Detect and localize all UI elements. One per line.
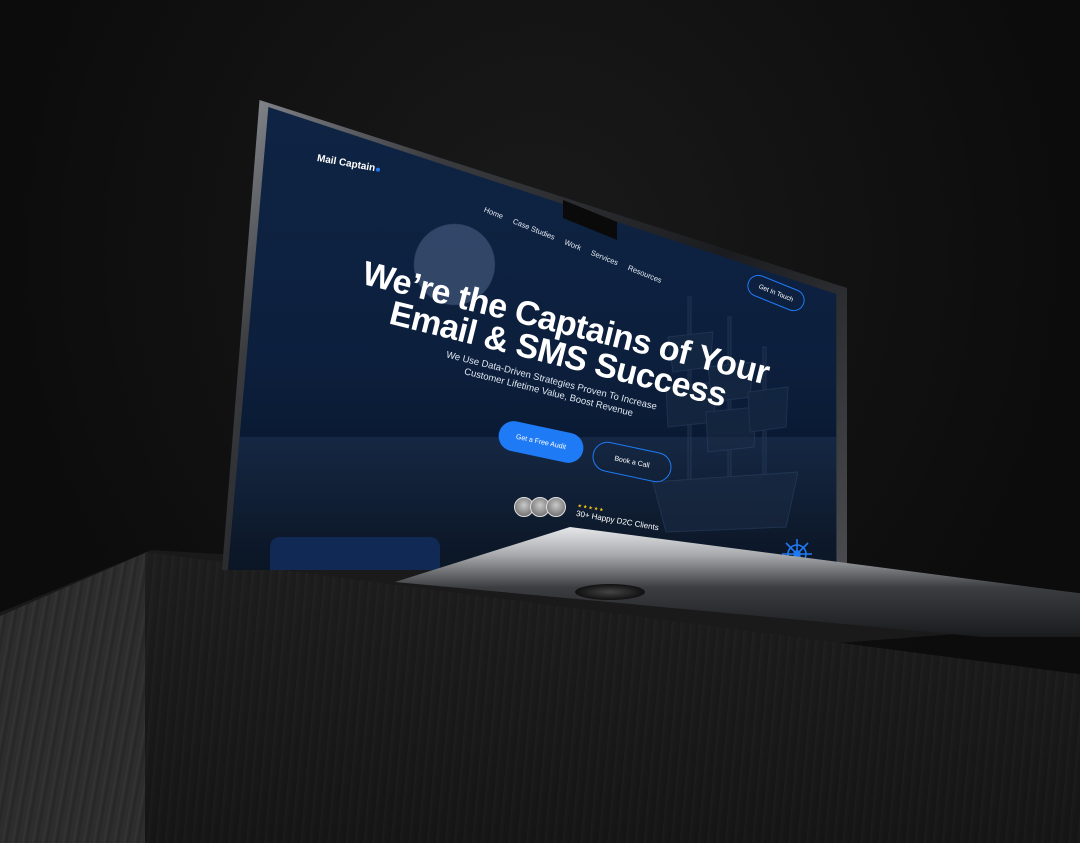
avatar [546,497,566,517]
laptop-screen: Mail Captain Home Case Studies Work Serv… [228,107,837,570]
logo-dot-icon [375,167,381,172]
hero-block: We’re the Captains of Your Email & SMS S… [343,254,774,450]
site-logo[interactable]: Mail Captain [316,153,381,175]
nav-home[interactable]: Home [483,205,505,221]
free-audit-button[interactable]: Get a Free Audit [495,418,587,466]
laptop-foot [575,584,645,600]
mockup-scene: Mail Captain Home Case Studies Work Serv… [0,0,1080,843]
nav-resources[interactable]: Resources [626,263,663,285]
wooden-block-side [0,552,148,843]
client-avatars [514,497,566,517]
nav-services[interactable]: Services [590,248,620,267]
book-call-button[interactable]: Book a Call [589,439,675,485]
nav-work[interactable]: Work [563,238,582,253]
social-proof: ★★★★★ 30+ Happy D2C Clients [575,503,660,532]
logo-text: Mail Captain [316,153,377,175]
nav-case-studies[interactable]: Case Studies [511,217,556,242]
website-hero: Mail Captain Home Case Studies Work Serv… [228,107,836,570]
